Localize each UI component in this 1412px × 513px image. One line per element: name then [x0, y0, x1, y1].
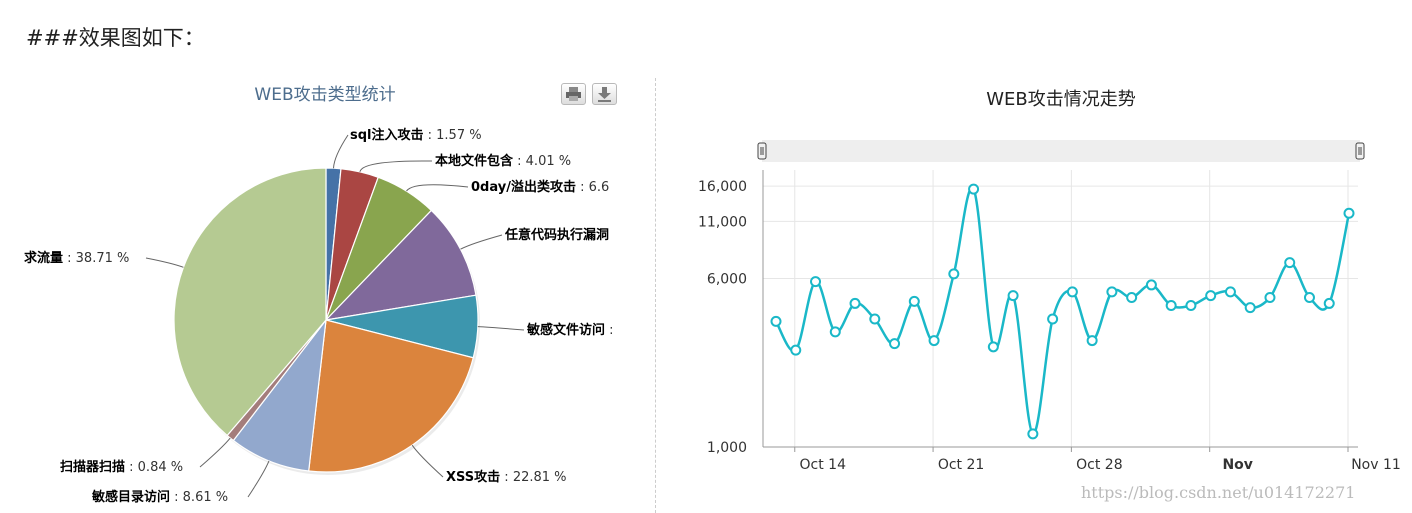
data-point[interactable]: [1244, 302, 1256, 314]
y-tick-label: 6,000: [707, 271, 747, 287]
range-selector-track[interactable]: [762, 140, 1360, 162]
data-point[interactable]: [1343, 207, 1355, 219]
data-point[interactable]: [770, 315, 782, 327]
pie-label-percent: : 6.6: [576, 180, 609, 195]
data-point[interactable]: [1086, 335, 1098, 347]
pie-label: XSS攻击 : 22.81 %: [446, 469, 567, 485]
data-point[interactable]: [1066, 286, 1078, 298]
pie-label-name: 敏感目录访问: [91, 489, 170, 505]
pie-connector: [359, 160, 433, 173]
data-point[interactable]: [869, 313, 881, 325]
print-button[interactable]: [561, 83, 586, 105]
pie-label: 敏感文件访问 :: [526, 322, 614, 338]
data-point[interactable]: [1007, 290, 1019, 302]
printer-icon: [566, 87, 581, 101]
pie-connector: [332, 134, 349, 169]
series-line: [774, 186, 1351, 436]
data-point[interactable]: [1284, 257, 1296, 269]
range-handle-left[interactable]: [757, 142, 767, 160]
pie-label-percent: : 1.57 %: [424, 128, 482, 143]
data-point[interactable]: [1224, 286, 1236, 298]
range-handle-body[interactable]: [757, 142, 767, 160]
pie-label-name: XSS攻击: [446, 469, 500, 485]
pie-label: 敏感目录访问 : 8.61 %: [91, 489, 228, 505]
pie-label-percent: : 0.84 %: [125, 460, 183, 475]
pie-label-percent: :: [605, 323, 614, 338]
pie-label: 扫描器扫描 : 0.84 %: [60, 459, 183, 475]
x-tick-label: Oct 28: [1076, 457, 1122, 473]
data-point[interactable]: [1145, 279, 1157, 291]
data-point[interactable]: [928, 335, 940, 347]
pie-label-percent: : 8.61 %: [170, 490, 228, 505]
export-button[interactable]: [592, 83, 617, 105]
data-point[interactable]: [1185, 300, 1197, 312]
download-icon: [598, 87, 611, 102]
data-point[interactable]: [908, 295, 920, 307]
pie-label-name: 敏感文件访问: [526, 322, 605, 338]
y-tick-label: 1,000: [707, 440, 747, 456]
y-tick-label: 16,000: [698, 179, 747, 195]
data-point[interactable]: [810, 276, 822, 288]
pie-label-name: 扫描器扫描: [60, 459, 125, 475]
pie-label: 0day/溢出类攻击 : 6.6: [471, 179, 609, 195]
data-point[interactable]: [968, 183, 980, 195]
data-point[interactable]: [1106, 286, 1118, 298]
x-tick-label: Oct 14: [800, 457, 847, 473]
pie-connector: [477, 326, 525, 331]
data-point[interactable]: [1047, 313, 1059, 325]
pie-connector: [406, 184, 469, 192]
range-handle-right[interactable]: [1355, 142, 1365, 160]
x-tick-label: Nov 11: [1351, 457, 1401, 473]
pie-label-name: sql注入攻击: [350, 127, 424, 143]
x-tick-label: Nov: [1222, 457, 1252, 473]
pie-label: 本地文件包含 : 4.01 %: [435, 153, 571, 169]
pie-chart: WEB攻击类型统计 sql注入攻击 : 1.57 % 本地文件包含 : 4.01 %…: [24, 85, 614, 505]
x-tick-label: Oct 21: [938, 457, 984, 473]
data-point[interactable]: [1303, 291, 1315, 303]
pie-connector: [199, 437, 231, 468]
pie-label-name: 0day/溢出类攻击: [471, 179, 576, 195]
pie-connector: [145, 257, 184, 268]
data-point[interactable]: [829, 326, 841, 338]
pie-label: 任意代码执行漏洞: [504, 227, 609, 243]
y-tick-label: 11,000: [698, 214, 747, 230]
data-point[interactable]: [987, 341, 999, 353]
pie-label-percent: : 38.71 %: [63, 251, 129, 266]
data-point[interactable]: [1205, 290, 1217, 302]
data-point[interactable]: [948, 268, 960, 280]
pie-label: sql注入攻击 : 1.57 %: [350, 127, 482, 143]
data-point[interactable]: [1323, 297, 1335, 309]
data-point[interactable]: [1165, 300, 1177, 312]
pie-chart-panel: WEB攻击类型统计 sql注入攻击 : 1.57 % 本地文件包含 : 4.01 %…: [0, 0, 655, 513]
line-title: WEB攻击情况走势: [986, 89, 1136, 110]
pie-label-name: 求流量: [24, 250, 63, 266]
data-point[interactable]: [1027, 428, 1039, 440]
data-point[interactable]: [1264, 291, 1276, 303]
data-point[interactable]: [849, 297, 861, 309]
pie-label-name: 本地文件包含: [435, 153, 514, 169]
pie-connector: [460, 234, 503, 250]
line-chart-panel: WEB攻击情况走势 1,000 6,000 11,000 16,000 Oct 14 Oct…: [656, 0, 1412, 513]
pie-label-percent: : 22.81 %: [500, 470, 566, 485]
pie-label-name: 任意代码执行漏洞: [504, 227, 609, 243]
range-handle-body[interactable]: [1355, 142, 1365, 160]
data-point[interactable]: [790, 344, 802, 356]
data-point[interactable]: [1126, 291, 1138, 303]
pie-label-percent: : 4.01 %: [513, 154, 571, 169]
line-chart: WEB攻击情况走势 1,000 6,000 11,000 16,000 Oct 14 Oct…: [698, 89, 1401, 473]
pie-connector: [247, 460, 270, 498]
data-point[interactable]: [889, 338, 901, 350]
pie-label: 求流量 : 38.71 %: [24, 250, 129, 266]
watermark: https://blog.csdn.net/u014172271: [1081, 483, 1356, 502]
pie-connector: [411, 444, 444, 478]
pie-title: WEB攻击类型统计: [254, 85, 395, 105]
